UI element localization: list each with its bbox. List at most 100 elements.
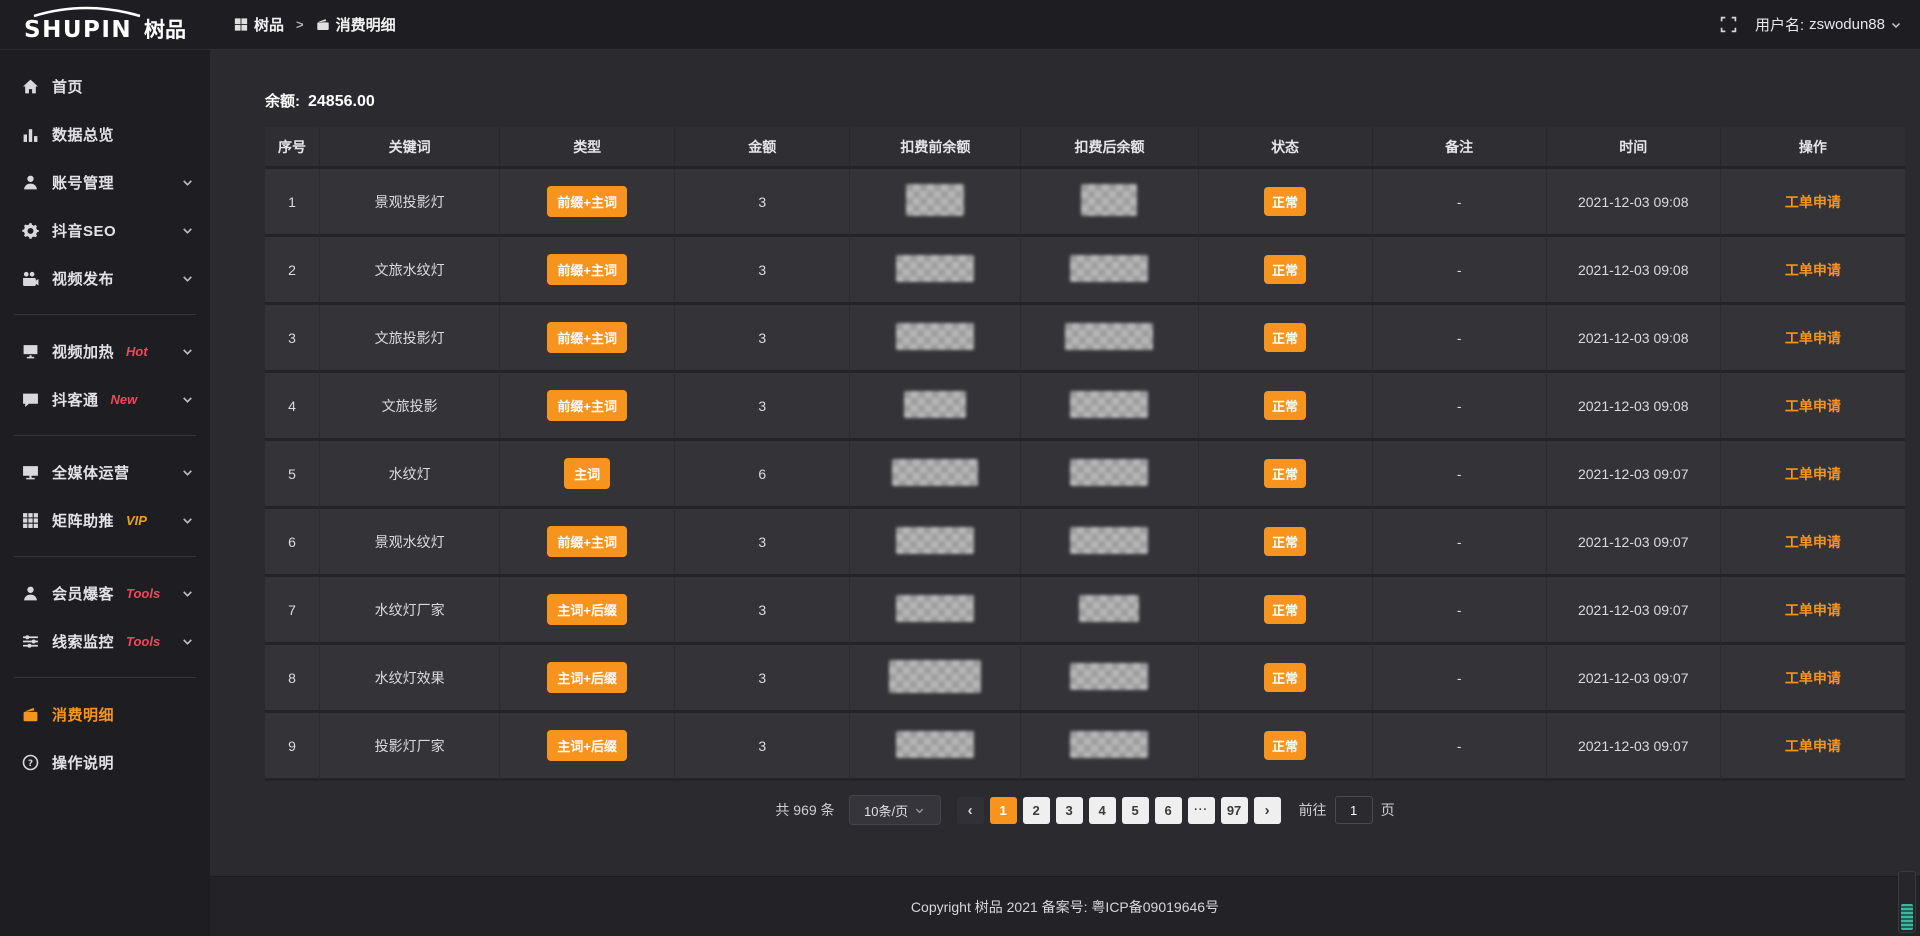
cell-action: 工单申请 [1721, 509, 1905, 577]
cell-keyword: 景观投影灯 [320, 169, 500, 237]
cell-amount: 3 [675, 645, 850, 713]
cell-post-balance [1021, 713, 1198, 781]
work-order-link[interactable]: 工单申请 [1785, 602, 1841, 618]
page-button-list: 123456···97 [990, 797, 1248, 824]
user-menu[interactable]: 用户名: zswodun88 [1755, 14, 1902, 35]
sidebar-item-label: 视频加热 [52, 341, 114, 362]
app-logo: SHUPIN 树品 [0, 5, 210, 45]
work-order-link[interactable]: 工单申请 [1785, 534, 1841, 550]
breadcrumb-label: 树品 [254, 14, 284, 35]
breadcrumb-item-consumption[interactable]: 消费明细 [316, 14, 396, 35]
bar-chart-icon [22, 126, 39, 143]
cell-status: 正常 [1199, 305, 1373, 373]
masked-value [896, 595, 974, 622]
cell-index: 9 [265, 713, 320, 781]
cell-pre-balance [850, 237, 1021, 305]
work-order-link[interactable]: 工单申请 [1785, 466, 1841, 482]
sidebar-item-member-baoke[interactable]: 会员爆客 Tools [0, 569, 210, 617]
breadcrumb-item-shupin[interactable]: 树品 [234, 14, 284, 35]
goto-suffix: 页 [1381, 800, 1395, 820]
sidebar-item-video-heating[interactable]: 视频加热 Hot [0, 327, 210, 375]
sidebar-item-data-overview[interactable]: 数据总览 [0, 110, 210, 158]
work-order-link[interactable]: 工单申请 [1785, 398, 1841, 414]
sidebar-item-all-media-operation[interactable]: 全媒体运营 [0, 448, 210, 496]
chevron-down-icon [181, 466, 194, 479]
table-row: 5 水纹灯 主词 6 正常 - 2021-12-03 09:07 工单申请 [265, 441, 1905, 509]
sidebar-item-badge: New [111, 392, 138, 407]
sidebar-item-label: 抖音SEO [52, 220, 116, 241]
cell-amount: 6 [675, 441, 850, 509]
page-button[interactable]: 1 [990, 797, 1017, 824]
page-button[interactable]: 97 [1221, 797, 1248, 824]
work-order-link[interactable]: 工单申请 [1785, 330, 1841, 346]
goto-page-input[interactable] [1335, 796, 1373, 824]
cell-post-balance [1021, 645, 1198, 713]
sidebar-item-clue-monitor[interactable]: 线索监控 Tools [0, 617, 210, 665]
page-ellipsis[interactable]: ··· [1188, 797, 1215, 824]
sidebar-divider [14, 435, 196, 436]
cell-post-balance [1021, 305, 1198, 373]
table-row: 6 景观水纹灯 前缀+主词 3 正常 - 2021-12-03 09:07 工单… [265, 509, 1905, 577]
page-button[interactable]: 5 [1122, 797, 1149, 824]
cell-time: 2021-12-03 09:07 [1547, 441, 1721, 509]
sidebar-item-badge: Tools [126, 586, 160, 601]
mini-scrollbar[interactable] [1898, 871, 1916, 933]
cell-status: 正常 [1199, 169, 1373, 237]
page-button[interactable]: 2 [1023, 797, 1050, 824]
cell-action: 工单申请 [1721, 305, 1905, 373]
type-badge: 前缀+主词 [547, 526, 627, 557]
sidebar-item-label: 操作说明 [52, 752, 114, 773]
copyright-text: Copyright 树品 2021 备案号: 粤ICP备09019646号 [911, 897, 1219, 917]
sidebar-item-home[interactable]: 首页 [0, 62, 210, 110]
balance-label: 余额: [265, 90, 300, 111]
type-badge: 主词+后缀 [547, 594, 627, 625]
type-badge: 主词+后缀 [547, 730, 627, 761]
cell-status: 正常 [1199, 509, 1373, 577]
sidebar-item-label: 数据总览 [52, 124, 114, 145]
chevron-down-icon [914, 805, 925, 816]
work-order-link[interactable]: 工单申请 [1785, 194, 1841, 210]
table-row: 4 文旅投影 前缀+主词 3 正常 - 2021-12-03 09:08 工单申… [265, 373, 1905, 441]
sidebar-item-account-management[interactable]: 账号管理 [0, 158, 210, 206]
sidebar-item-consumption-detail[interactable]: 消费明细 [0, 690, 210, 738]
sidebar-item-video-publish[interactable]: 视频发布 [0, 254, 210, 302]
prev-page-button[interactable]: ‹ [957, 797, 984, 824]
balance-value: 24856.00 [308, 93, 375, 111]
work-order-link[interactable]: 工单申请 [1785, 738, 1841, 754]
page-size-select[interactable]: 10条/页 [849, 795, 941, 825]
fullscreen-icon[interactable] [1720, 16, 1737, 33]
cell-status: 正常 [1199, 441, 1373, 509]
cell-index: 6 [265, 509, 320, 577]
work-order-link[interactable]: 工单申请 [1785, 262, 1841, 278]
masked-value [1065, 323, 1153, 350]
chevron-down-icon [181, 587, 194, 600]
sidebar-item-label: 会员爆客 [52, 583, 114, 604]
page-button[interactable]: 4 [1089, 797, 1116, 824]
scrollbar-thumb[interactable] [1901, 904, 1913, 930]
cell-amount: 3 [675, 305, 850, 373]
page-button[interactable]: 6 [1155, 797, 1182, 824]
sidebar-item-matrix-boost[interactable]: 矩阵助推 VIP [0, 496, 210, 544]
sidebar-item-label: 视频发布 [52, 268, 114, 289]
breadcrumb: 树品 > 消费明细 [234, 14, 396, 35]
consumption-table-wrap: 序号关键词类型金额扣费前余额扣费后余额状态备注时间操作 1 景观投影灯 前缀+主… [265, 127, 1905, 781]
grid-icon [22, 512, 39, 529]
cell-action: 工单申请 [1721, 373, 1905, 441]
sidebar-item-label: 矩阵助推 [52, 510, 114, 531]
cell-keyword: 水纹灯 [320, 441, 500, 509]
sidebar-item-douyin-seo[interactable]: 抖音SEO [0, 206, 210, 254]
chevron-down-icon [181, 635, 194, 648]
cell-remark: - [1373, 373, 1547, 441]
table-header-cell: 状态 [1199, 127, 1373, 169]
status-badge: 正常 [1264, 391, 1306, 420]
sidebar-item-douketong[interactable]: 抖客通 New [0, 375, 210, 423]
work-order-link[interactable]: 工单申请 [1785, 670, 1841, 686]
table-header-cell: 类型 [500, 127, 675, 169]
page-button[interactable]: 3 [1056, 797, 1083, 824]
sidebar-item-operation-guide[interactable]: ? 操作说明 [0, 738, 210, 786]
cell-index: 4 [265, 373, 320, 441]
sidebar-item-label: 首页 [52, 76, 83, 97]
next-page-button[interactable]: › [1254, 797, 1281, 824]
cell-keyword: 文旅投影灯 [320, 305, 500, 373]
sidebar-divider [14, 677, 196, 678]
